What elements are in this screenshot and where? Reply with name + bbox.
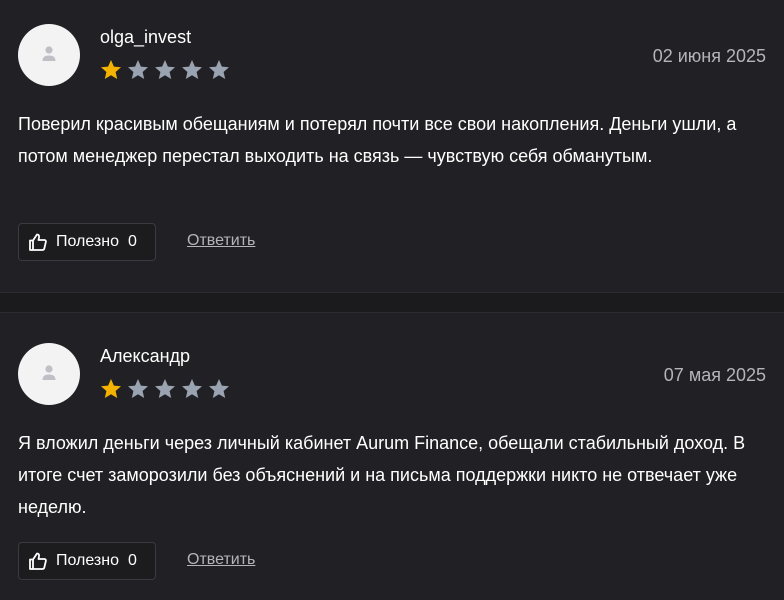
star-empty-icon: [182, 60, 202, 79]
useful-label: Полезно: [56, 233, 119, 250]
review-date: 07 мая 2025: [663, 365, 766, 385]
review-username: Александр: [100, 346, 191, 366]
avatar: [18, 24, 80, 86]
star-rating: [99, 58, 231, 82]
star-rating: [99, 377, 231, 401]
review-divider: [0, 292, 784, 313]
avatar: [18, 343, 80, 405]
review-card: olga_invest 02 июня 2025 Поверил красивы…: [0, 0, 784, 292]
useful-button[interactable]: Полезно 0: [18, 542, 156, 580]
useful-count: 0: [128, 552, 137, 569]
star-filled-icon: [101, 379, 121, 398]
useful-count: 0: [128, 233, 137, 250]
review-card: Александр 07 мая 2025 Я вложил деньги че…: [0, 313, 784, 600]
user-icon: [42, 365, 56, 380]
star-empty-icon: [155, 379, 175, 398]
star-empty-icon: [209, 60, 229, 79]
reply-link[interactable]: Ответить: [187, 551, 255, 569]
star-empty-icon: [182, 379, 202, 398]
star-empty-icon: [128, 379, 148, 398]
review-text: Я вложил деньги через личный кабинет Aur…: [18, 433, 746, 517]
review-text: Поверил красивым обещаниям и потерял поч…: [18, 114, 737, 166]
user-icon: [42, 46, 56, 61]
review-username: olga_invest: [100, 27, 192, 47]
reply-link[interactable]: Ответить: [187, 232, 255, 250]
thumbs-up-icon: [29, 552, 47, 570]
star-empty-icon: [209, 379, 229, 398]
useful-button[interactable]: Полезно 0: [18, 223, 156, 261]
star-filled-icon: [101, 60, 121, 79]
review-date: 02 июня 2025: [652, 46, 766, 66]
useful-label: Полезно: [56, 552, 119, 569]
star-empty-icon: [155, 60, 175, 79]
thumbs-up-icon: [29, 233, 47, 251]
star-empty-icon: [128, 60, 148, 79]
